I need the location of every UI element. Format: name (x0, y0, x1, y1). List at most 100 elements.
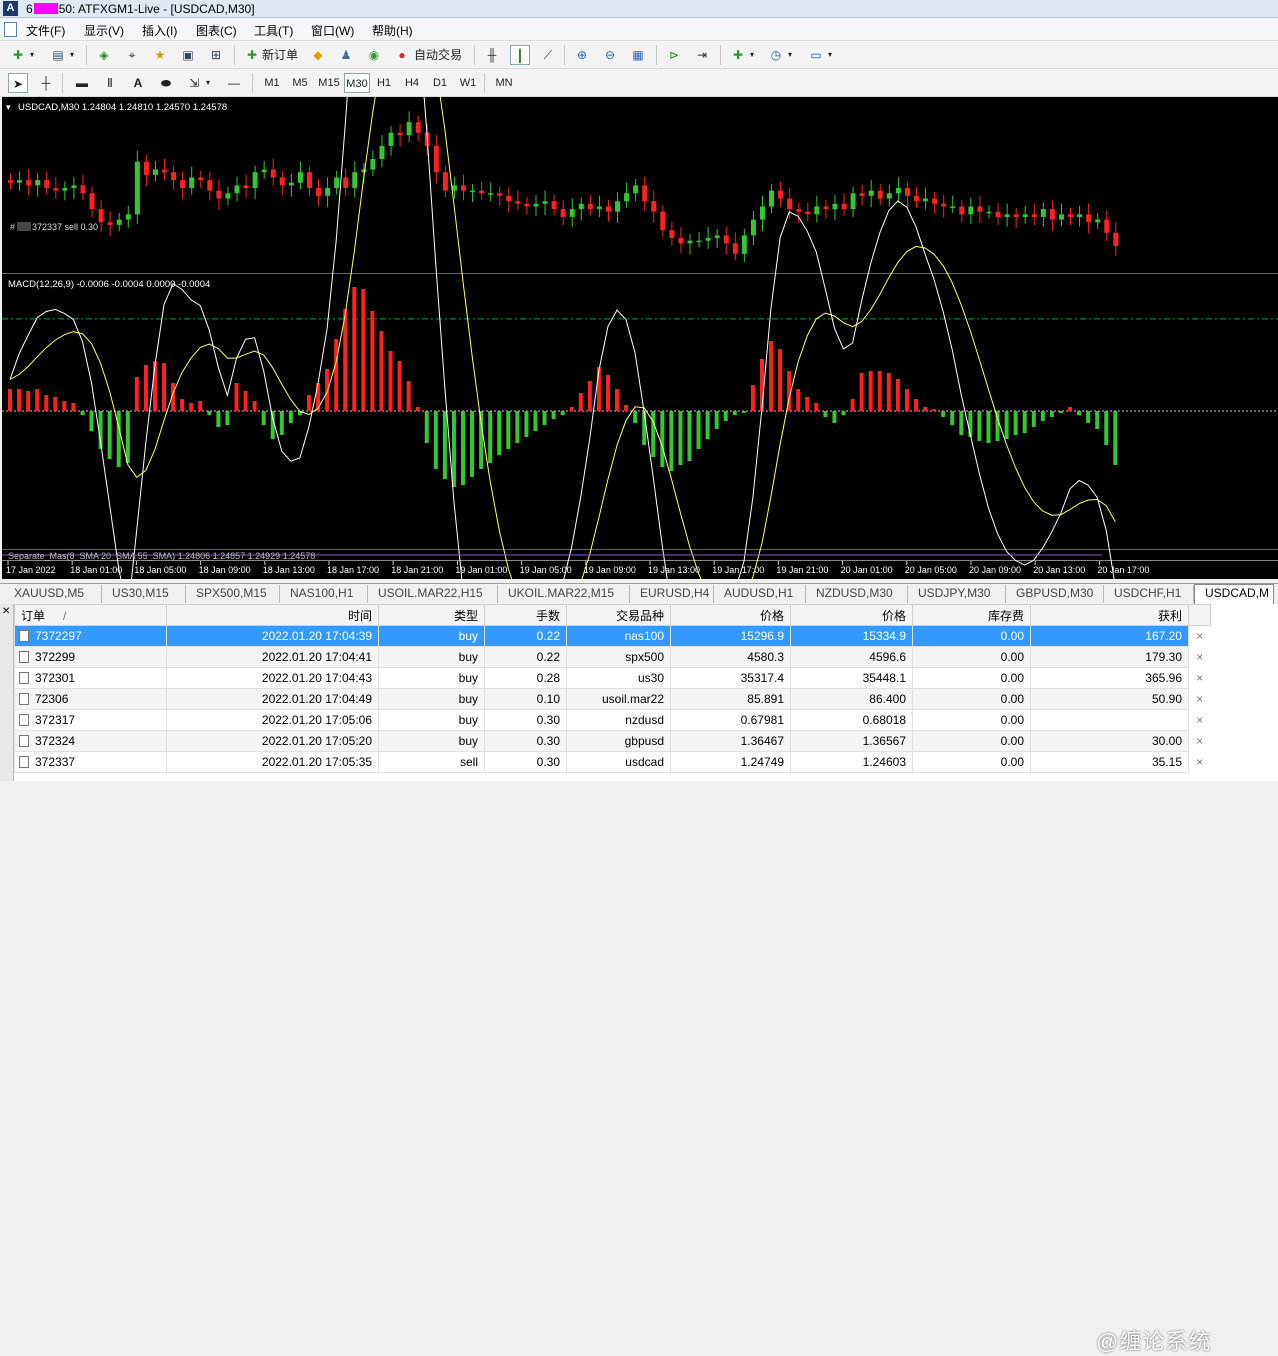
meta-editor-icon[interactable]: ◆ (308, 45, 328, 65)
text-label-icon[interactable]: A (128, 73, 148, 93)
menu-help[interactable]: 帮助(H) (370, 22, 415, 39)
vertical-line-icon[interactable]: ▬ (72, 73, 92, 93)
strategy-tester-icon[interactable]: ⊞ (206, 45, 226, 65)
column-header[interactable]: 交易品种 (566, 604, 671, 626)
close-order-icon[interactable]: × (1189, 710, 1211, 731)
table-row[interactable]: 372317 2022.01.20 17:05:06 buy 0.30 nzdusd 0.… (14, 709, 1211, 731)
column-header[interactable]: 订单 / (14, 604, 167, 626)
crosshair-icon[interactable]: ┼ (36, 73, 56, 93)
column-header[interactable]: 获利 (1030, 604, 1189, 626)
chevron-down-icon[interactable]: ▾ (206, 73, 210, 93)
timeframe-m30[interactable]: M30 (344, 73, 370, 93)
column-header[interactable]: 库存费 (912, 604, 1031, 626)
signals-icon[interactable]: ♟ (336, 45, 356, 65)
bar-chart-icon[interactable]: ╫ (482, 45, 502, 65)
tab-nas100-h1[interactable]: NAS100,H1 (280, 585, 368, 603)
tab-usdchf-h1[interactable]: USDCHF,H1 (1104, 585, 1194, 603)
navigator-icon[interactable]: ★ (150, 45, 170, 65)
tab-us30-m15[interactable]: US30,M15 (102, 585, 186, 603)
menu-file[interactable]: 文件(F) (24, 22, 67, 39)
timeframe-d1[interactable]: D1 (428, 73, 452, 93)
line-chart-icon[interactable]: ⟋ (538, 45, 558, 65)
table-row[interactable]: 372301 2022.01.20 17:04:43 buy 0.28 us30 3531… (14, 667, 1211, 689)
menu-window[interactable]: 窗口(W) (309, 22, 356, 39)
chevron-down-icon[interactable]: ▾ (750, 45, 754, 65)
arrows-icon[interactable]: ⇲ (184, 73, 204, 93)
chart-window[interactable]: ▾ USDCAD,M30 1.24804 1.24810 1.24570 1.2… (2, 0, 1278, 725)
timeframe-mn[interactable]: MN (492, 73, 516, 93)
column-header[interactable]: 类型 (378, 604, 485, 626)
zoom-in-icon[interactable]: ⊕ (572, 45, 592, 65)
new-order-button[interactable]: 新订单 (262, 45, 298, 65)
tab-spx500-m15[interactable]: SPX500,M15 (186, 585, 280, 603)
menu-charts[interactable]: 图表(C) (194, 22, 239, 39)
timeframe-m5[interactable]: M5 (288, 73, 312, 93)
menu-view[interactable]: 显示(V) (82, 22, 126, 39)
timeframe-m15[interactable]: M15 (316, 73, 342, 93)
table-row[interactable]: 7372297 2022.01.20 17:04:39 buy 0.22 nas100 1… (14, 625, 1211, 647)
horizontal-line-icon[interactable]: — (224, 73, 244, 93)
chevron-down-icon[interactable]: ▾ (788, 45, 792, 65)
auto-trading-button[interactable]: 自动交易 (414, 45, 462, 65)
tab-usdcad-m[interactable]: USDCAD,M (1194, 584, 1274, 604)
close-order-icon[interactable]: × (1189, 752, 1211, 773)
document-icon[interactable] (4, 22, 17, 37)
close-icon[interactable]: ✕ (2, 606, 10, 617)
cursor-icon[interactable]: ➤ (8, 73, 28, 93)
new-order-icon[interactable]: ✚ (242, 45, 262, 65)
cell-symbol: usdcad (566, 751, 671, 773)
tab-xauusd-m5[interactable]: XAUUSD,M5 (4, 585, 102, 603)
tab-usdjpy-m30[interactable]: USDJPY,M30 (908, 585, 1006, 603)
tab-audusd-h1[interactable]: AUDUSD,H1 (714, 585, 806, 603)
close-order-icon[interactable]: × (1189, 668, 1211, 689)
timeframe-h1[interactable]: H1 (372, 73, 396, 93)
ellipse-icon[interactable]: ⬬ (156, 73, 176, 93)
chevron-down-icon[interactable]: ▾ (70, 45, 74, 65)
chevron-down-icon[interactable]: ▾ (828, 45, 832, 65)
tile-windows-icon[interactable]: ▦ (628, 45, 648, 65)
close-order-icon[interactable]: × (1188, 625, 1211, 647)
line-studies-toolbar: ➤ ┼ ▬ Ⅱ A ⬬ ⇲ ▾ — M1 M5 M15 M30 H1 H4 D1… (0, 69, 1278, 97)
periods-icon[interactable]: ◷ (766, 45, 786, 65)
timeframe-w1[interactable]: W1 (456, 73, 480, 93)
close-order-icon[interactable]: × (1189, 689, 1211, 710)
macd-bar (379, 331, 384, 411)
market-watch-icon[interactable]: ◈ (94, 45, 114, 65)
column-header[interactable]: 时间 (166, 604, 379, 626)
terminal-icon[interactable]: ▣ (178, 45, 198, 65)
candlestick-icon[interactable]: ┃ (510, 45, 530, 65)
menu-tools[interactable]: 工具(T) (252, 22, 295, 39)
auto-scroll-icon[interactable]: ⇥ (692, 45, 712, 65)
close-order-icon[interactable]: × (1189, 647, 1211, 668)
vps-icon[interactable]: ◉ (364, 45, 384, 65)
price-chart-svg[interactable]: ▾ USDCAD,M30 1.24804 1.24810 1.24570 1.2… (2, 0, 1278, 725)
data-window-icon[interactable]: ⌖ (122, 45, 142, 65)
tab-usoil-mar22-h15[interactable]: USOIL.MAR22,H15 (368, 585, 498, 603)
profiles-icon[interactable]: ▤ (48, 45, 68, 65)
tab-eurusd-h4[interactable]: EURUSD,H4 (630, 585, 714, 603)
tab-gbpusd-m30[interactable]: GBPUSD,M30 (1006, 585, 1104, 603)
indicators-icon[interactable]: ✚ (728, 45, 748, 65)
timeframe-h4[interactable]: H4 (400, 73, 424, 93)
auto-trading-icon[interactable]: ● (392, 45, 412, 65)
macd-bar (950, 411, 955, 425)
zoom-out-icon[interactable]: ⊖ (600, 45, 620, 65)
column-header[interactable]: 价格 (790, 604, 913, 626)
new-chart-icon[interactable]: ✚ (8, 45, 28, 65)
tab-nzdusd-m30[interactable]: NZDUSD,M30 (806, 585, 908, 603)
tab-ukoil-mar22-m15[interactable]: UKOIL.MAR22,M15 (498, 585, 630, 603)
table-row[interactable]: 372337 2022.01.20 17:05:35 sell 0.30 usdcad 1… (14, 751, 1211, 773)
table-row[interactable]: 372324 2022.01.20 17:05:20 buy 0.30 gbpusd 1.… (14, 730, 1211, 752)
menu-insert[interactable]: 插入(I) (140, 22, 179, 39)
text-tool-icon[interactable]: Ⅱ (100, 73, 120, 93)
chart-shift-icon[interactable]: ⊳ (664, 45, 684, 65)
chevron-down-icon[interactable]: ▾ (30, 45, 34, 65)
timeframe-m1[interactable]: M1 (260, 73, 284, 93)
candle-body (868, 190, 874, 196)
table-row[interactable]: 72306 2022.01.20 17:04:49 buy 0.10 usoil.mar… (14, 688, 1211, 710)
table-row[interactable]: 372299 2022.01.20 17:04:41 buy 0.22 spx500 45… (14, 646, 1211, 668)
close-order-icon[interactable]: × (1189, 731, 1211, 752)
column-header[interactable]: 价格 (670, 604, 791, 626)
templates-icon[interactable]: ▭ (806, 45, 826, 65)
column-header[interactable]: 手数 (484, 604, 567, 626)
